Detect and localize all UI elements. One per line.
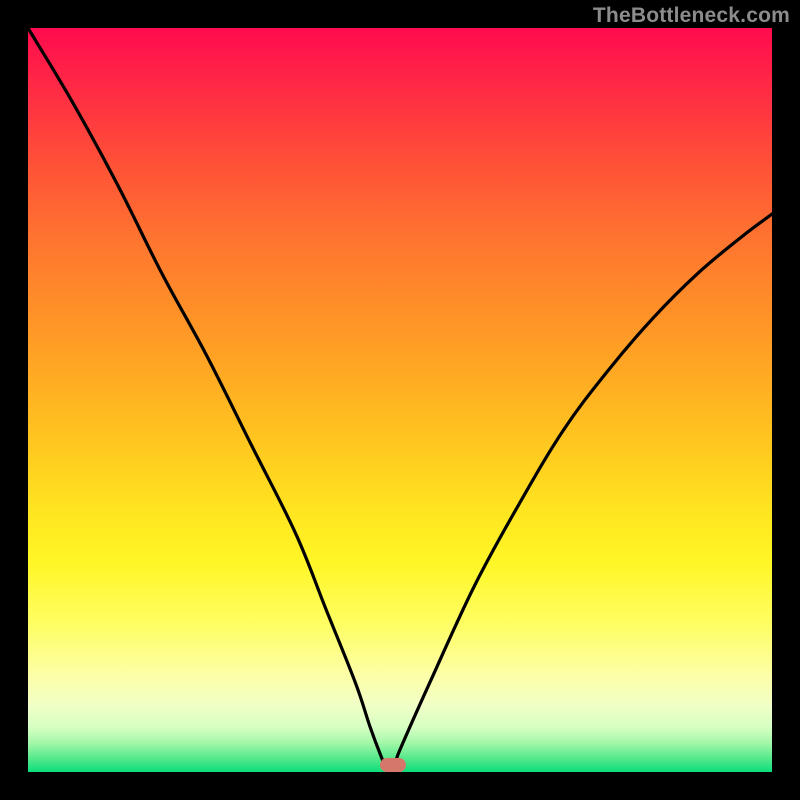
optimal-point-marker [380,758,406,772]
plot-area [28,28,772,772]
bottleneck-curve [28,28,772,772]
watermark-text: TheBottleneck.com [593,4,790,28]
chart-frame: TheBottleneck.com [0,0,800,800]
